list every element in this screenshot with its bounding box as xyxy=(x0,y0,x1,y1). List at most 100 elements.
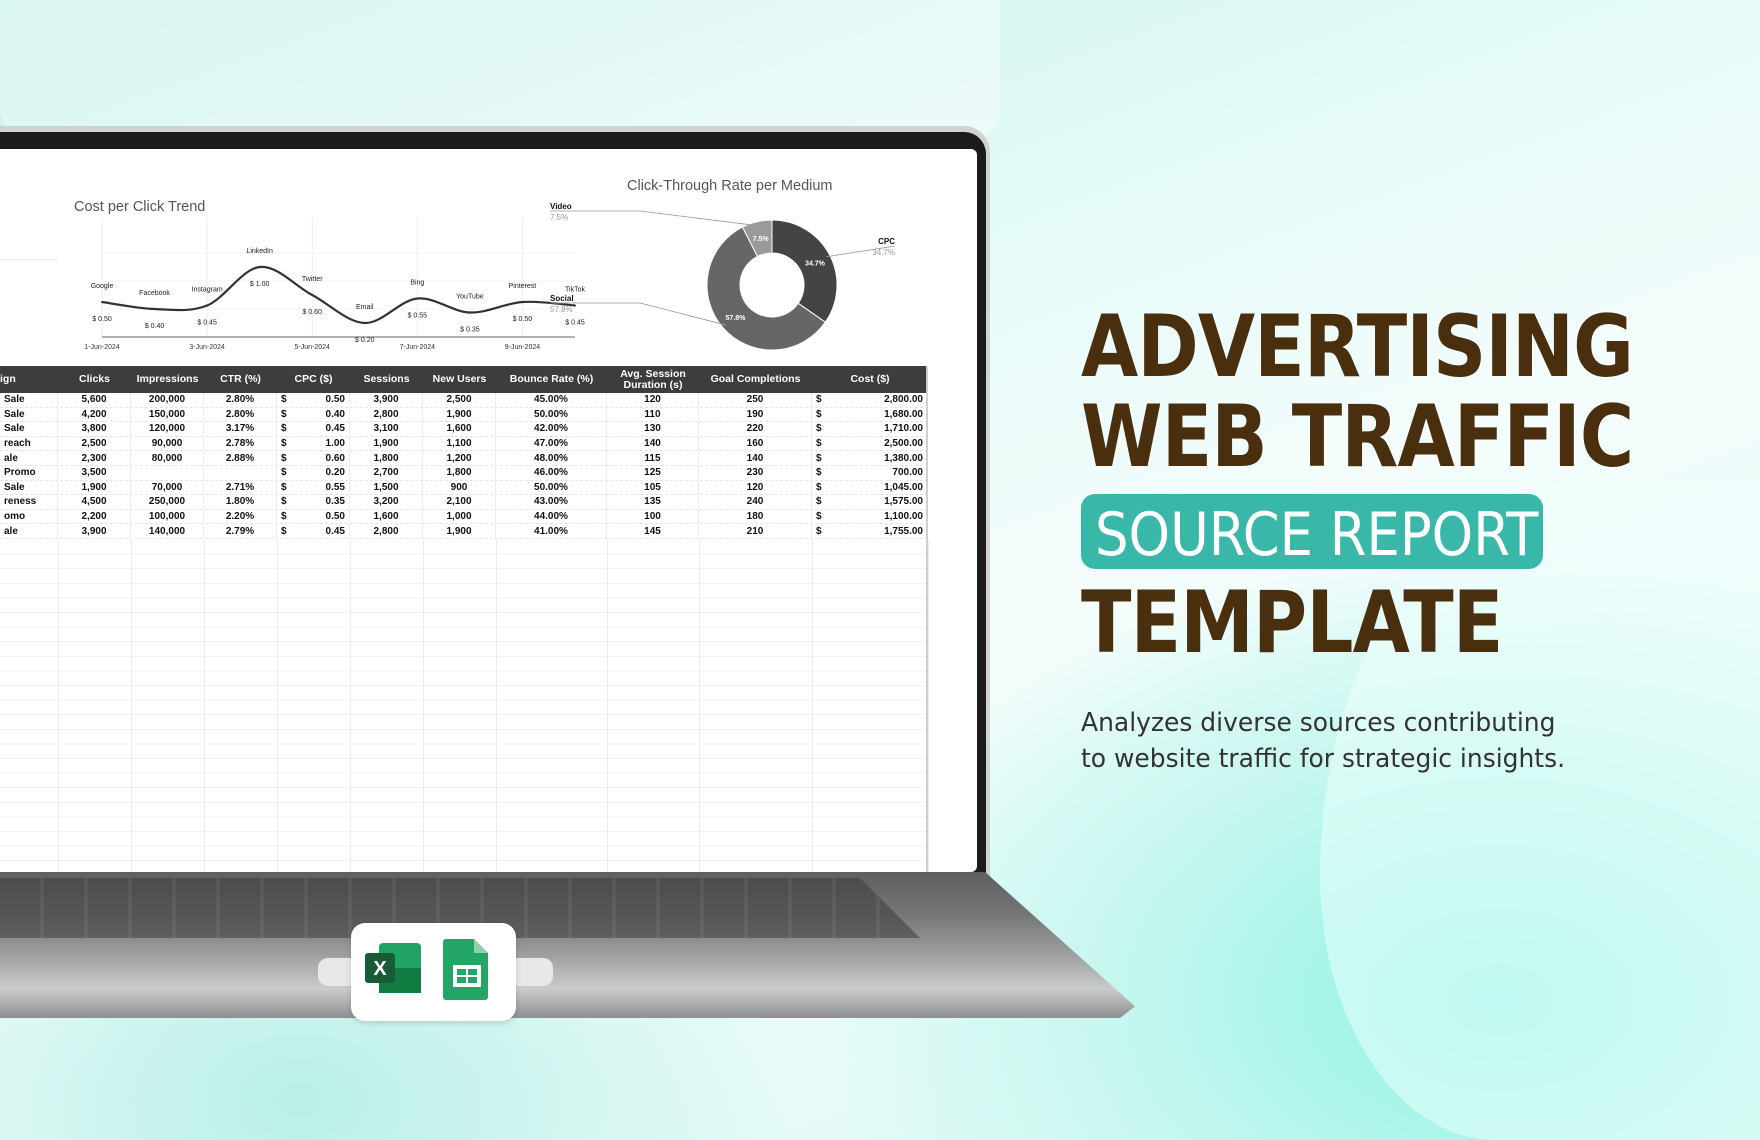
table-cell[interactable]: 140 xyxy=(699,451,812,465)
table-cell[interactable]: $1,045.00 xyxy=(812,480,928,495)
table-cell[interactable]: $700.00 xyxy=(812,465,928,480)
table-cell[interactable]: reach xyxy=(0,436,58,451)
table-cell[interactable]: 3.17% xyxy=(204,422,277,436)
table-cell[interactable]: 2.79% xyxy=(204,524,277,538)
table-cell[interactable]: 45.00% xyxy=(496,393,607,407)
table-cell[interactable]: $1,380.00 xyxy=(812,451,928,465)
column-header[interactable]: Clicks xyxy=(58,366,131,393)
table-cell[interactable]: Sale xyxy=(0,422,58,436)
table-cell[interactable]: ale xyxy=(0,524,58,538)
table-cell[interactable] xyxy=(131,465,204,480)
table-cell[interactable]: 2,800 xyxy=(350,407,423,422)
column-header[interactable]: CTR (%) xyxy=(204,366,277,393)
table-cell[interactable]: 1,800 xyxy=(423,465,496,480)
table-cell[interactable]: ale xyxy=(0,451,58,465)
table-cell[interactable]: 240 xyxy=(699,495,812,509)
table-cell[interactable]: 2,100 xyxy=(423,495,496,509)
table-cell[interactable]: $0.35 xyxy=(277,495,350,509)
table-cell[interactable]: 1,900 xyxy=(58,480,131,495)
table-cell[interactable]: 90,000 xyxy=(131,436,204,451)
table-cell[interactable]: 2.80% xyxy=(204,393,277,407)
table-cell[interactable]: 160 xyxy=(699,436,812,451)
table-cell[interactable]: 50.00% xyxy=(496,480,607,495)
table-cell[interactable]: 2,300 xyxy=(58,451,131,465)
table-cell[interactable]: 2,700 xyxy=(350,465,423,480)
table-cell[interactable]: 120,000 xyxy=(131,422,204,436)
table-cell[interactable]: 41.00% xyxy=(496,524,607,538)
table-cell[interactable]: 135 xyxy=(607,495,699,509)
table-cell[interactable]: $0.40 xyxy=(277,407,350,422)
table-cell[interactable]: 4,500 xyxy=(58,495,131,509)
table-cell[interactable]: 1,900 xyxy=(423,407,496,422)
table-cell[interactable]: $2,800.00 xyxy=(812,393,928,407)
table-cell[interactable]: 2,200 xyxy=(58,509,131,524)
table-cell[interactable]: 3,500 xyxy=(58,465,131,480)
table-cell[interactable]: omo xyxy=(0,509,58,524)
table-cell[interactable]: 3,900 xyxy=(58,524,131,538)
table-cell[interactable]: Sale xyxy=(0,480,58,495)
table-cell[interactable]: reness xyxy=(0,495,58,509)
table-cell[interactable]: 2,500 xyxy=(58,436,131,451)
table-cell[interactable]: 3,900 xyxy=(350,393,423,407)
table-cell[interactable]: 1,900 xyxy=(350,436,423,451)
table-cell[interactable]: 110 xyxy=(607,407,699,422)
table-cell[interactable]: 120 xyxy=(607,393,699,407)
table-cell[interactable]: 140 xyxy=(607,436,699,451)
table-cell[interactable]: $0.20 xyxy=(277,465,350,480)
column-header[interactable]: Sessions xyxy=(350,366,423,393)
table-cell[interactable]: 1,100 xyxy=(423,436,496,451)
table-cell[interactable]: 220 xyxy=(699,422,812,436)
table-cell[interactable] xyxy=(204,465,277,480)
table-cell[interactable]: $1,755.00 xyxy=(812,524,928,538)
table-cell[interactable]: 900 xyxy=(423,480,496,495)
column-header[interactable]: New Users xyxy=(423,366,496,393)
table-cell[interactable]: 210 xyxy=(699,524,812,538)
table-cell[interactable]: 150,000 xyxy=(131,407,204,422)
table-cell[interactable]: 130 xyxy=(607,422,699,436)
table-cell[interactable]: 70,000 xyxy=(131,480,204,495)
table-cell[interactable]: $1.00 xyxy=(277,436,350,451)
table-cell[interactable]: $0.60 xyxy=(277,451,350,465)
table-cell[interactable]: 1,600 xyxy=(423,422,496,436)
column-header[interactable]: Impressions xyxy=(131,366,204,393)
table-cell[interactable]: 1,500 xyxy=(350,480,423,495)
table-cell[interactable]: 44.00% xyxy=(496,509,607,524)
table-cell[interactable]: 1.80% xyxy=(204,495,277,509)
column-header[interactable]: Cost ($) xyxy=(812,366,928,393)
table-cell[interactable]: 3,100 xyxy=(350,422,423,436)
table-cell[interactable]: 48.00% xyxy=(496,451,607,465)
table-cell[interactable]: $1,710.00 xyxy=(812,422,928,436)
table-cell[interactable]: 1,000 xyxy=(423,509,496,524)
column-header[interactable]: CPC ($) xyxy=(277,366,350,393)
table-cell[interactable]: Sale xyxy=(0,393,58,407)
table-cell[interactable]: Promo xyxy=(0,465,58,480)
column-header[interactable]: ign xyxy=(0,366,58,393)
table-cell[interactable]: 43.00% xyxy=(496,495,607,509)
table-cell[interactable]: 2.71% xyxy=(204,480,277,495)
table-cell[interactable]: 2,500 xyxy=(423,393,496,407)
table-cell[interactable]: $1,100.00 xyxy=(812,509,928,524)
table-cell[interactable]: 2.20% xyxy=(204,509,277,524)
table-cell[interactable]: 2,800 xyxy=(350,524,423,538)
table-cell[interactable]: 47.00% xyxy=(496,436,607,451)
table-cell[interactable]: 250,000 xyxy=(131,495,204,509)
table-cell[interactable]: $0.55 xyxy=(277,480,350,495)
table-cell[interactable]: 120 xyxy=(699,480,812,495)
table-cell[interactable]: 3,200 xyxy=(350,495,423,509)
table-cell[interactable]: 42.00% xyxy=(496,422,607,436)
table-cell[interactable]: $0.50 xyxy=(277,509,350,524)
table-cell[interactable]: $0.50 xyxy=(277,393,350,407)
table-cell[interactable]: 1,900 xyxy=(423,524,496,538)
table-cell[interactable]: 100,000 xyxy=(131,509,204,524)
table-cell[interactable]: $1,680.00 xyxy=(812,407,928,422)
table-cell[interactable]: 190 xyxy=(699,407,812,422)
table-cell[interactable]: $0.45 xyxy=(277,422,350,436)
table-cell[interactable]: $1,575.00 xyxy=(812,495,928,509)
table-cell[interactable]: 80,000 xyxy=(131,451,204,465)
table-cell[interactable]: 4,200 xyxy=(58,407,131,422)
table-cell[interactable]: 2.88% xyxy=(204,451,277,465)
table-cell[interactable]: 140,000 xyxy=(131,524,204,538)
table-cell[interactable]: 1,600 xyxy=(350,509,423,524)
table-cell[interactable]: 230 xyxy=(699,465,812,480)
table-cell[interactable]: 200,000 xyxy=(131,393,204,407)
